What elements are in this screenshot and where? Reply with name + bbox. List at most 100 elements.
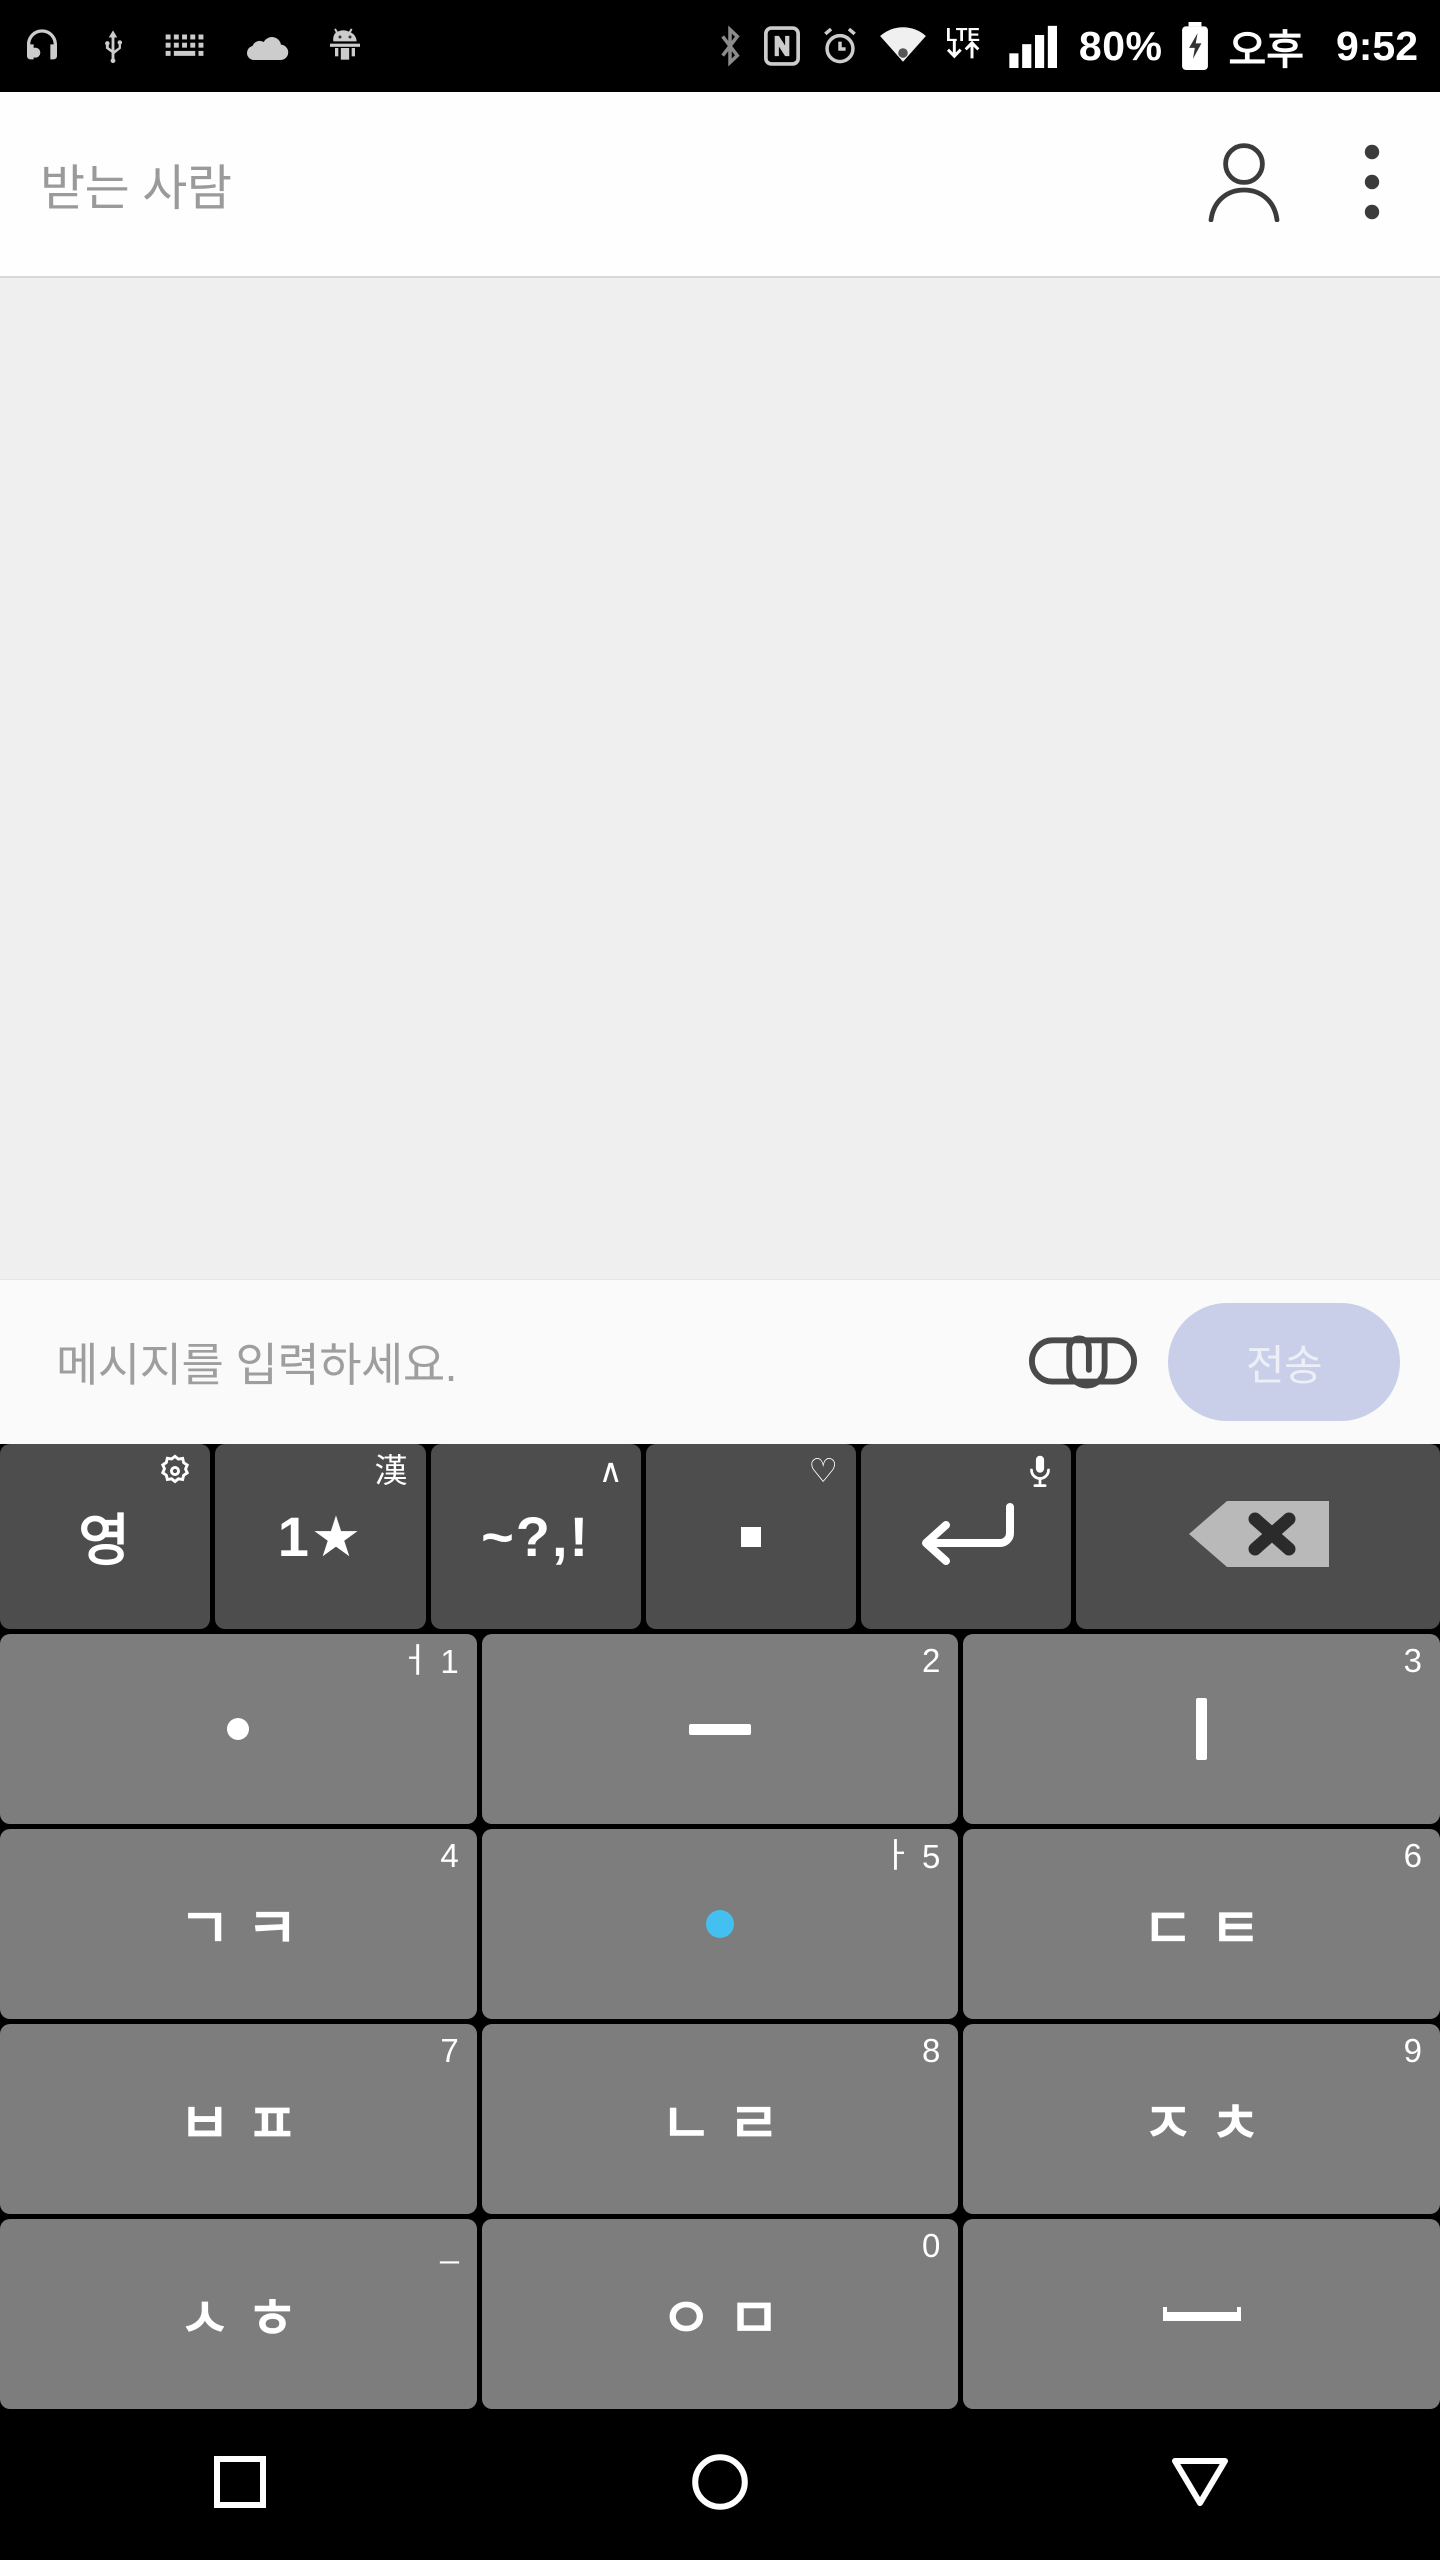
home-button[interactable] (645, 2409, 795, 2559)
key-number-symbol[interactable]: 漢 1★ (215, 1444, 426, 1629)
send-button-label: 전송 (1245, 1341, 1323, 1389)
message-composer: 메시지를 입력하세요. 전송 (0, 1279, 1440, 1444)
headset-icon (22, 26, 62, 66)
keyboard-row-5: _ ㅅㅎ 0 ㅇㅁ (0, 2219, 1440, 2409)
key-label: 1★ (277, 1504, 364, 1568)
space-glyph (1162, 2307, 1241, 2321)
gear-icon (158, 1454, 192, 1488)
status-bar: LTE 80% 오후 9:52 (0, 0, 1440, 92)
android-debug-icon (324, 26, 366, 66)
cheon-dot-glyph (227, 1718, 250, 1740)
key-corner-number: 5 (921, 1837, 941, 1875)
app-bar-actions (1198, 138, 1400, 230)
cheon-dot-active-glyph (706, 1910, 734, 1938)
mic-icon (1027, 1454, 1053, 1488)
key-period[interactable]: ♡ (645, 1444, 856, 1629)
key-english-toggle[interactable]: 영 (0, 1444, 211, 1629)
key-corner-number: 9 (1403, 2032, 1423, 2069)
attach-button[interactable] (1024, 1320, 1142, 1404)
key-siot-hieut[interactable]: _ ㅅㅎ (0, 2219, 477, 2409)
key-label: ㄱㅋ (178, 1896, 314, 1960)
in-bar-glyph (1196, 1698, 1208, 1760)
lte-icon: LTE (945, 22, 991, 70)
keyboard-row-2: ㅓ 1 2 3 (0, 1634, 1440, 1824)
key-digeut-tieut[interactable]: 6 ㄷㅌ (963, 1829, 1440, 2019)
bluetooth-icon (715, 24, 745, 68)
keyboard-row-3: 4 ㄱㅋ ㅏ 5 6 ㄷㅌ (0, 1829, 1440, 2019)
status-bar-right-icons: LTE 80% 오후 9:52 (715, 16, 1418, 76)
overflow-menu-button[interactable] (1344, 138, 1400, 230)
keyboard-row-functions: 영 漢 1★ ∧ ~?,! ♡ (0, 1444, 1440, 1629)
key-corner-number: 2 (921, 1642, 941, 1679)
send-button[interactable]: 전송 (1168, 1303, 1400, 1421)
svg-text:LTE: LTE (946, 24, 980, 45)
paperclip-icon (1028, 1322, 1138, 1403)
key-corner-number: 3 (1403, 1642, 1423, 1679)
keyboard-row-4: 7 ㅂㅍ 8 ㄴㄹ 9 ㅈㅊ (0, 2024, 1440, 2214)
clock-ampm-label: 오후 (1228, 27, 1304, 73)
key-bieup-pieup[interactable]: 7 ㅂㅍ (0, 2024, 477, 2214)
key-label: ~?,! (481, 1505, 591, 1568)
alarm-icon (819, 24, 861, 68)
key-punctuation[interactable]: ∧ ~?,! (430, 1444, 641, 1629)
key-dot-active[interactable]: ㅏ 5 (481, 1829, 959, 2019)
nfc-icon (763, 24, 801, 68)
key-corner-labels: ㅓ 1 (399, 1644, 459, 1678)
key-corner-number: 6 (1403, 1837, 1423, 1874)
message-thread[interactable] (0, 278, 1440, 1279)
app-bar: 받는 사람 (0, 92, 1440, 278)
key-label: ㅈㅊ (1142, 2091, 1278, 2155)
key-corner-number: 7 (440, 2032, 459, 2069)
key-corner-number: 4 (440, 1837, 459, 1874)
key-jieut-chieut[interactable]: 9 ㅈㅊ (963, 2024, 1440, 2214)
recipient-input[interactable]: 받는 사람 (40, 149, 1198, 220)
battery-percent-label: 80% (1078, 22, 1163, 69)
key-label: ㅂㅍ (178, 2091, 314, 2155)
back-button[interactable] (1125, 2409, 1275, 2559)
cloud-icon (244, 29, 290, 63)
key-label: ㄷㅌ (1142, 1896, 1278, 1960)
message-input[interactable]: 메시지를 입력하세요. (56, 1329, 998, 1395)
key-corner-label: ∧ (598, 1452, 623, 1489)
battery-charging-icon (1180, 22, 1210, 70)
enter-arrow-icon (918, 1503, 1015, 1570)
key-dot-cheon[interactable]: ㅓ 1 (0, 1634, 477, 1824)
key-corner-number: 0 (921, 2227, 941, 2264)
key-ji-horiz[interactable]: 2 (481, 1634, 959, 1824)
key-backspace[interactable] (1076, 1444, 1440, 1629)
square-icon (214, 2455, 266, 2513)
key-label: ㄴㄹ (660, 2091, 796, 2155)
more-vertical-icon (1364, 144, 1380, 225)
key-corner-label: 漢 (374, 1452, 408, 1489)
backspace-icon (1183, 1497, 1333, 1576)
status-bar-left-icons (22, 26, 366, 66)
triangle-down-icon (1171, 2457, 1229, 2512)
key-corner-hangul: ㅓ (399, 1642, 431, 1680)
navigation-bar (0, 2409, 1440, 2559)
key-corner-hangul: ㅏ (880, 1837, 912, 1875)
person-icon (1206, 142, 1282, 227)
key-enter[interactable] (861, 1444, 1072, 1629)
key-corner-number: 1 (440, 1642, 459, 1680)
key-giyeok-kieuk[interactable]: 4 ㄱㅋ (0, 1829, 477, 2019)
key-corner-labels: ㅏ 5 (881, 1839, 941, 1873)
key-space[interactable] (963, 2219, 1440, 2409)
circle-icon (692, 2453, 748, 2515)
keyboard-icon (164, 29, 210, 63)
key-label: 영 (78, 1509, 132, 1572)
key-corner-number: 8 (921, 2032, 941, 2069)
key-label: ㅇㅁ (660, 2286, 796, 2350)
key-label: ㅅㅎ (178, 2286, 314, 2350)
key-ieung-mieum[interactable]: 0 ㅇㅁ (481, 2219, 959, 2409)
wifi-icon (879, 26, 927, 66)
heart-icon: ♡ (808, 1452, 838, 1489)
contacts-picker-button[interactable] (1198, 138, 1290, 230)
key-nieun-rieul[interactable]: 8 ㄴㄹ (481, 2024, 959, 2214)
period-glyph (740, 1526, 761, 1547)
clock-label: 9:52 (1335, 22, 1418, 69)
key-in-vert[interactable]: 3 (963, 1634, 1440, 1824)
key-corner-number: _ (440, 2227, 459, 2264)
recents-button[interactable] (165, 2409, 315, 2559)
usb-icon (96, 26, 130, 66)
signal-bars-icon (1009, 24, 1061, 68)
